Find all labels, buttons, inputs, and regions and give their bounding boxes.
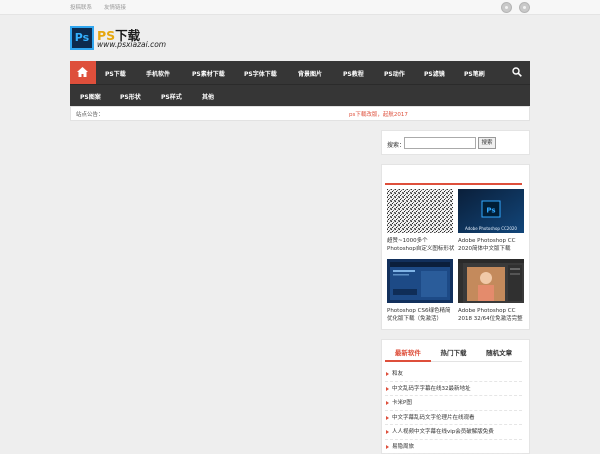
- nav-item-ps-download[interactable]: PS下载: [105, 69, 126, 78]
- list-item[interactable]: 卡米P图: [385, 396, 522, 411]
- notice-message[interactable]: ps下载改版，起航2017: [349, 110, 408, 118]
- nav-item-ps-fonts[interactable]: PS字体下载: [244, 69, 277, 78]
- top-link-contribute[interactable]: 投稿联系: [70, 3, 92, 11]
- sidebar-search-input[interactable]: [404, 137, 476, 149]
- thumb-icon-shapes[interactable]: [387, 189, 453, 233]
- list-item[interactable]: 中文字幕乱码文字伦理片在线观看: [385, 411, 522, 426]
- nav-item-ps-tutorials[interactable]: PS教程: [343, 69, 364, 78]
- nav-search-button[interactable]: [512, 67, 522, 79]
- sidebar-tabs: 最新软件 热门下载 随机文章: [385, 346, 522, 362]
- ps-cc2020-thumb-text: Adobe Photoshop CC2020: [458, 226, 524, 231]
- nav-item-ps-patterns[interactable]: PS图案: [80, 92, 101, 101]
- nav-item-ps-styles[interactable]: PS样式: [161, 92, 182, 101]
- thumb-ps-cs6[interactable]: [387, 259, 453, 303]
- bullet-triangle-icon: [386, 416, 389, 420]
- list-item[interactable]: 和友: [385, 367, 522, 382]
- list-item[interactable]: 中文乱码字字幕在线32最新地址: [385, 382, 522, 397]
- latest-list: 和友 中文乱码字字幕在线32最新地址 卡米P图 中文字幕乱码文字伦理片在线观看 …: [385, 367, 522, 454]
- ps-logo-icon: Ps: [70, 26, 94, 50]
- tab-random-articles[interactable]: 随机文章: [476, 346, 522, 362]
- ps-cs6-image: [387, 259, 453, 303]
- featured-panel: 超赞~1000多个Photoshop自定义图标形状 Ps Adobe Photo…: [381, 164, 530, 330]
- nav-item-ps-filters[interactable]: PS滤镜: [424, 69, 445, 78]
- top-bar: 投稿联系 友情链接: [0, 0, 600, 15]
- logo-domain: www.psxiazai.com: [97, 40, 166, 49]
- caption-ps-cc2020[interactable]: Adobe Photoshop CC 2020简体中文版下载: [458, 237, 526, 253]
- site-logo[interactable]: Ps PS下载 www.psxiazai.com: [70, 26, 210, 52]
- nav-item-other[interactable]: 其他: [202, 92, 214, 101]
- caption-icon-shapes[interactable]: 超赞~1000多个Photoshop自定义图标形状: [387, 237, 455, 253]
- search-icon: [512, 67, 522, 77]
- location-icon[interactable]: [501, 2, 512, 13]
- tabbed-list-panel: 最新软件 热门下载 随机文章 和友 中文乱码字字幕在线32最新地址 卡米P图 中…: [381, 339, 530, 454]
- featured-accent-line: [385, 183, 522, 185]
- bullet-triangle-icon: [386, 401, 389, 405]
- nav-item-ps-materials[interactable]: PS素材下载: [192, 69, 225, 78]
- search-label: 搜索：: [387, 140, 405, 149]
- settings-icon[interactable]: [519, 2, 530, 13]
- list-item[interactable]: 易隐周旅: [385, 440, 522, 454]
- nav-item-mobile-software[interactable]: 手机软件: [146, 69, 170, 78]
- thumb-ps-cc2018[interactable]: [458, 259, 524, 303]
- nav-item-ps-actions[interactable]: PS动作: [384, 69, 405, 78]
- caption-ps-cs6[interactable]: Photoshop CS6绿色精简优化版下载（免激活）: [387, 307, 455, 323]
- bullet-triangle-icon: [386, 372, 389, 376]
- nav-item-ps-brushes[interactable]: PS笔刷: [464, 69, 485, 78]
- list-item[interactable]: 人人视频中文字幕在线vip会员破解版免费: [385, 425, 522, 440]
- main-nav: PS下载 手机软件 PS素材下载 PS字体下载 背景图片 PS教程 PS动作 P…: [70, 61, 530, 106]
- nav-home-button[interactable]: [70, 61, 96, 84]
- notice-label: 站点公告：: [76, 110, 104, 118]
- ps-cc2018-image: [458, 259, 524, 303]
- notice-bar: 站点公告： ps下载改版，起航2017: [70, 106, 530, 121]
- home-icon: [77, 67, 88, 77]
- noise-texture-image: [387, 189, 453, 233]
- tab-latest-software[interactable]: 最新软件: [385, 346, 431, 362]
- tab-hot-downloads[interactable]: 热门下载: [431, 346, 477, 362]
- top-link-friends[interactable]: 友情链接: [104, 3, 126, 11]
- sidebar-search-panel: 搜索： 搜索: [381, 130, 530, 155]
- nav-divider: [70, 84, 530, 85]
- nav-item-ps-shapes[interactable]: PS形状: [120, 92, 141, 101]
- top-links: 投稿联系 友情链接: [70, 3, 126, 11]
- svg-text:Ps: Ps: [486, 207, 495, 215]
- bullet-triangle-icon: [386, 445, 389, 449]
- nav-item-backgrounds[interactable]: 背景图片: [298, 69, 322, 78]
- bullet-triangle-icon: [386, 430, 389, 434]
- thumb-ps-cc2020[interactable]: Ps Adobe Photoshop CC2020: [458, 189, 524, 233]
- caption-ps-cc2018[interactable]: Adobe Photoshop CC 2018 32/64位免激活完整版: [458, 307, 526, 323]
- bullet-triangle-icon: [386, 387, 389, 391]
- sidebar-search-button[interactable]: 搜索: [478, 137, 496, 149]
